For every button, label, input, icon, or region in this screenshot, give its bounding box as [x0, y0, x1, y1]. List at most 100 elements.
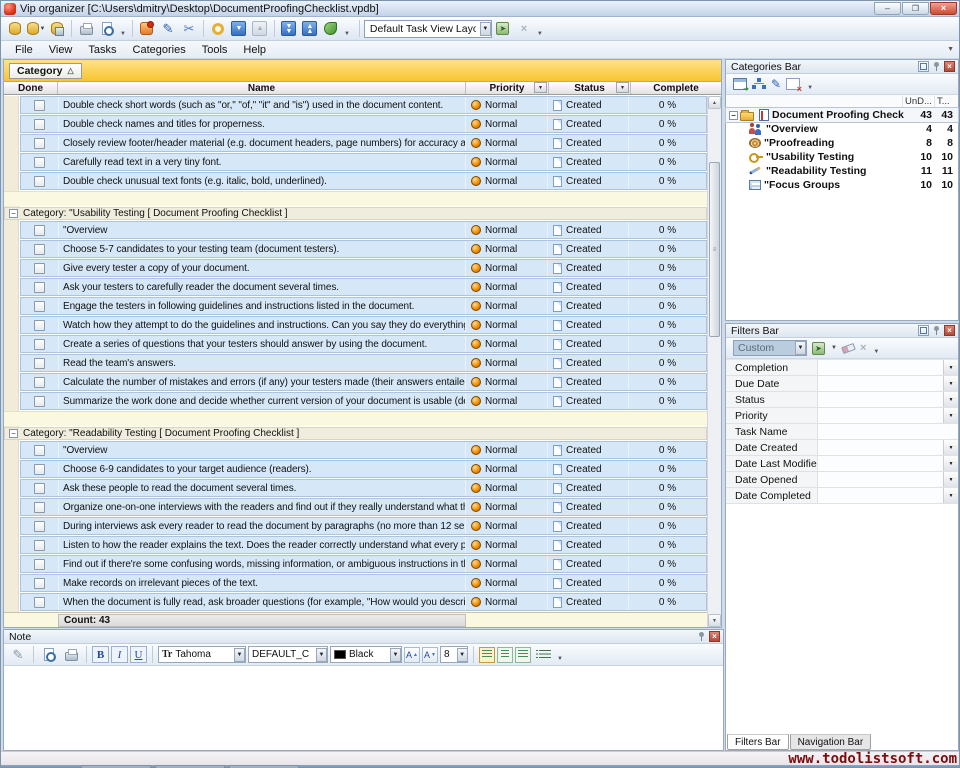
delete-task-button[interactable]: ✂	[179, 19, 199, 39]
align-center-button[interactable]	[497, 647, 513, 663]
task-row[interactable]: Ask these people to read the document se…	[20, 479, 707, 497]
collapse-tree-icon[interactable]: −	[729, 111, 738, 120]
task-row[interactable]: Give every tester a copy of your documen…	[20, 259, 707, 277]
filter-dropdown-button[interactable]: ▼	[943, 472, 958, 487]
grow-font-button[interactable]: A▲	[404, 647, 420, 663]
filter-value-input[interactable]	[818, 472, 943, 487]
scrollbar-thumb[interactable]	[709, 162, 720, 337]
apply-filter-icon[interactable]: ➤	[812, 342, 825, 355]
save-database-button[interactable]	[47, 19, 67, 39]
menu-item-file[interactable]: File	[7, 42, 41, 58]
combo-dropdown-icon[interactable]: ▼	[390, 648, 401, 662]
bullet-list-button[interactable]	[533, 645, 553, 665]
filter-dropdown-button[interactable]: ▼	[943, 360, 958, 375]
tab-navigation-bar[interactable]: Navigation Bar	[790, 734, 872, 750]
minimize-button[interactable]	[874, 2, 901, 15]
task-checkbox[interactable]	[34, 339, 45, 350]
column-header-undone[interactable]: UnD...	[902, 96, 934, 107]
note-print-button[interactable]	[61, 645, 81, 665]
task-row[interactable]: Create a series of questions that your t…	[20, 335, 707, 353]
add-subcategory-icon[interactable]	[752, 78, 766, 90]
delete-layout-button[interactable]: ×	[514, 19, 534, 39]
edit-task-button[interactable]: ✎	[158, 19, 178, 39]
combo-dropdown-icon[interactable]: ▼	[316, 648, 327, 662]
toolbar-overflow-icon[interactable]: ▼	[344, 31, 350, 40]
combo-dropdown-icon[interactable]: ▼	[457, 648, 468, 662]
task-checkbox[interactable]	[34, 377, 45, 388]
remove-filter-icon[interactable]: ×	[860, 342, 866, 354]
font-color-combo[interactable]: Black ▼	[330, 646, 402, 663]
task-checkbox[interactable]	[34, 521, 45, 532]
task-row[interactable]: Read the team's answers.NormalCreated0 %	[20, 354, 707, 372]
filter-dropdown-button[interactable]: ▼	[943, 408, 958, 423]
task-row[interactable]: "OverviewNormalCreated0 %	[20, 221, 707, 239]
menu-item-tasks[interactable]: Tasks	[80, 42, 124, 58]
filter-value-input[interactable]	[818, 424, 958, 439]
char-style-combo[interactable]: DEFAULT_CHAR ▼	[248, 646, 328, 663]
task-row[interactable]: "OverviewNormalCreated0 %	[20, 441, 707, 459]
task-checkbox[interactable]	[34, 157, 45, 168]
collapse-group-icon[interactable]: −	[9, 429, 18, 438]
task-row[interactable]: Find out if there're some confusing word…	[20, 555, 707, 573]
filter-value-input[interactable]	[818, 408, 943, 423]
task-checkbox[interactable]	[34, 244, 45, 255]
scroll-up-icon[interactable]: ▲	[708, 96, 721, 109]
task-checkbox[interactable]	[34, 225, 45, 236]
collapse-all-button[interactable]: ▲▲	[300, 19, 320, 39]
close-panel-icon[interactable]	[944, 61, 955, 72]
align-right-button[interactable]	[515, 647, 531, 663]
category-tree-item[interactable]: −Document Proofing Checklist4343	[726, 108, 958, 122]
task-row[interactable]: Summarize the work done and decide wheth…	[20, 392, 707, 410]
task-checkbox[interactable]	[34, 301, 45, 312]
task-row[interactable]: Make records on irrelevant pieces of the…	[20, 574, 707, 592]
toolbar-overflow-icon[interactable]: ▼	[873, 349, 879, 358]
tab-filters-bar[interactable]: Filters Bar	[727, 734, 789, 750]
column-header-name[interactable]: Name	[58, 82, 466, 94]
task-checkbox[interactable]	[34, 358, 45, 369]
add-category-icon[interactable]	[733, 78, 747, 90]
edit-note-button[interactable]: ✎	[8, 645, 28, 665]
menubar-overflow-icon[interactable]: ▼	[947, 46, 954, 53]
note-preview-button[interactable]	[39, 645, 59, 665]
combo-dropdown-icon[interactable]: ▼	[234, 648, 245, 662]
toolbar-overflow-icon[interactable]: ▼	[120, 31, 126, 40]
task-row[interactable]: Double check unusual text fonts (e.g. it…	[20, 172, 707, 190]
task-checkbox[interactable]	[34, 320, 45, 331]
task-checkbox[interactable]	[34, 540, 45, 551]
filter-button[interactable]	[321, 19, 341, 39]
task-checkbox[interactable]	[34, 119, 45, 130]
print-button[interactable]	[76, 19, 96, 39]
task-checkbox[interactable]	[34, 445, 45, 456]
close-button[interactable]	[930, 2, 957, 15]
task-checkbox[interactable]	[34, 559, 45, 570]
close-panel-icon[interactable]	[709, 631, 720, 642]
task-row[interactable]: Choose 5-7 candidates to your testing te…	[20, 240, 707, 258]
pin-icon[interactable]	[931, 61, 942, 72]
delete-category-icon[interactable]	[786, 78, 800, 90]
chevron-down-icon[interactable]: ▼	[831, 345, 837, 351]
filter-value-input[interactable]	[818, 456, 943, 471]
filter-preset-combo[interactable]: Custom ▼	[733, 340, 807, 356]
task-row[interactable]: Carefully read text in a very tiny font.…	[20, 153, 707, 171]
column-header-priority[interactable]: Priority▼	[466, 82, 549, 94]
task-row[interactable]: When the document is fully read, ask bro…	[20, 593, 707, 611]
task-row[interactable]: Organize one-on-one interviews with the …	[20, 498, 707, 516]
menu-item-view[interactable]: View	[41, 42, 81, 58]
menu-item-categories[interactable]: Categories	[125, 42, 194, 58]
font-size-combo[interactable]: 8 ▼	[440, 646, 468, 663]
task-row[interactable]: Double check short words (such as "or," …	[20, 96, 707, 114]
complete-task-button[interactable]	[208, 19, 228, 39]
filter-value-input[interactable]	[818, 440, 943, 455]
category-tree-item[interactable]: "Proofreading88	[726, 136, 958, 150]
clear-filter-icon[interactable]	[841, 342, 856, 353]
menu-item-help[interactable]: Help	[235, 42, 274, 58]
column-header-status[interactable]: Status▼	[549, 82, 631, 94]
task-row[interactable]: Choose 6-9 candidates to your target aud…	[20, 460, 707, 478]
expand-all-button[interactable]: ▼▼	[279, 19, 299, 39]
filter-dropdown-button[interactable]: ▼	[943, 392, 958, 407]
shrink-font-button[interactable]: A▼	[422, 647, 438, 663]
move-down-button[interactable]: ▼	[229, 19, 249, 39]
underline-button[interactable]: U	[130, 646, 147, 663]
toolbar-overflow-icon[interactable]: ▼	[807, 85, 813, 94]
task-checkbox[interactable]	[34, 100, 45, 111]
